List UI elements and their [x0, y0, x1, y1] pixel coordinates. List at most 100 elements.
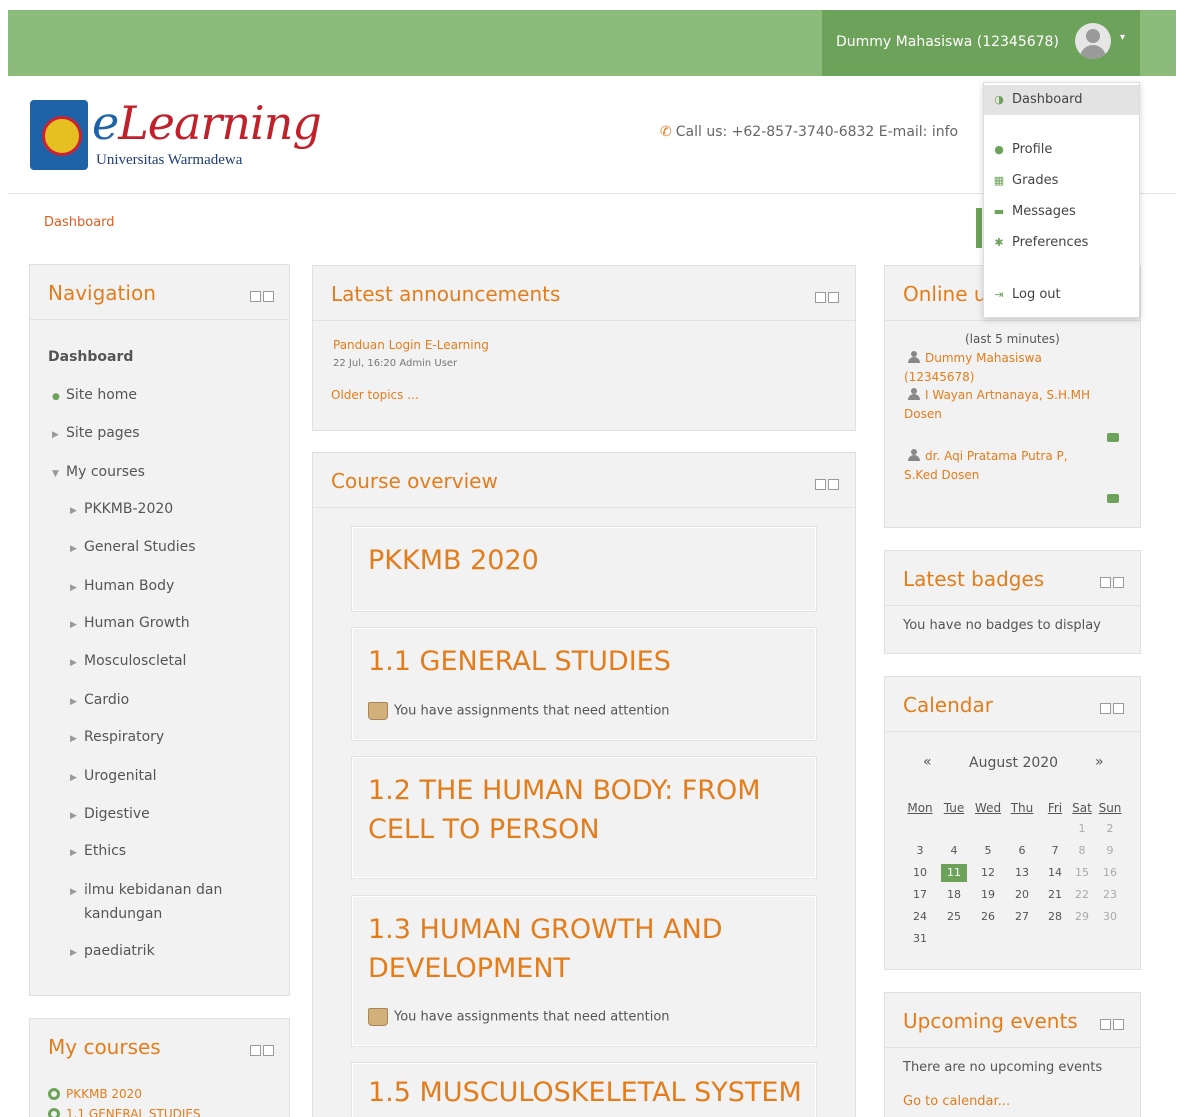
calendar-day[interactable]: 19 — [975, 886, 1001, 904]
calendar-day[interactable]: 30 — [1097, 908, 1123, 926]
course-card[interactable]: 1.5 MUSCULOSKELETAL SYSTEM — [351, 1062, 817, 1117]
nav-course-item[interactable]: ▶ Human Body — [70, 578, 174, 594]
block-dock-icon[interactable] — [1100, 1015, 1126, 1030]
course-card[interactable]: 1.1 GENERAL STUDIES You have assignments… — [351, 627, 817, 741]
block-dock-icon[interactable] — [250, 287, 276, 302]
calendar-day[interactable]: 24 — [907, 908, 933, 926]
nav-course-item[interactable]: ▶ Digestive — [70, 806, 150, 822]
nav-course-item[interactable]: ▶ Mosculoscletal — [70, 653, 186, 669]
calendar-day[interactable]: 16 — [1097, 864, 1123, 882]
calendar-prev-button[interactable]: « — [923, 754, 932, 770]
menu-item-logout[interactable]: ⇥ Log out — [984, 280, 1139, 310]
online-user-link[interactable]: I Wayan Artnanaya, S.H.MH — [907, 388, 1090, 402]
nav-course-item[interactable]: ▶ Cardio — [70, 692, 129, 708]
calendar-day[interactable]: 21 — [1042, 886, 1068, 904]
nav-course-item[interactable]: ▶ Urogenital — [70, 768, 156, 784]
nav-site-pages[interactable]: ▶ Site pages — [52, 425, 140, 441]
online-user-detail[interactable]: Dosen — [904, 407, 942, 421]
menu-item-grades[interactable]: ▦ Grades — [984, 166, 1139, 196]
block-dock-icon[interactable] — [1100, 699, 1126, 714]
older-topics-link[interactable]: Older topics ... — [331, 388, 419, 402]
goto-calendar-link[interactable]: Go to calendar... — [903, 1094, 1010, 1109]
calendar-day[interactable]: 6 — [1009, 842, 1035, 860]
calendar-day[interactable]: 25 — [941, 908, 967, 926]
block-dock-icon[interactable] — [250, 1041, 276, 1056]
calendar-weekday: Wed — [974, 801, 1002, 815]
nav-site-home[interactable]: ● Site home — [52, 387, 137, 403]
calendar-day[interactable]: 4 — [941, 842, 967, 860]
calendar-day[interactable]: 3 — [907, 842, 933, 860]
calendar-day[interactable]: 2 — [1097, 820, 1123, 838]
course-title-link[interactable]: 1.5 MUSCULOSKELETAL SYSTEM — [368, 1073, 808, 1112]
block-dock-icon[interactable] — [815, 288, 841, 303]
menu-item-profile[interactable]: ● Profile — [984, 135, 1139, 165]
calendar-day[interactable]: 7 — [1042, 842, 1068, 860]
course-card[interactable]: 1.3 HUMAN GROWTH AND DEVELOPMENT You hav… — [351, 895, 817, 1047]
calendar-day[interactable]: 14 — [1042, 864, 1068, 882]
calendar-day[interactable]: 23 — [1097, 886, 1123, 904]
nav-course-item[interactable]: ▶ Human Growth — [70, 615, 190, 631]
calendar-day[interactable]: 28 — [1042, 908, 1068, 926]
block-dock-icon[interactable] — [1100, 573, 1126, 588]
course-title-link[interactable]: 1.3 HUMAN GROWTH AND DEVELOPMENT — [368, 910, 808, 988]
calendar-block: Calendar « August 2020 » Mon Tue Wed Thu Fri… — [884, 676, 1141, 970]
calendar-day[interactable]: 31 — [907, 930, 933, 948]
user-menu-toggle[interactable]: Dummy Mahasiswa (12345678) ▾ — [822, 10, 1140, 76]
block-title: Latest announcements — [331, 282, 561, 306]
site-logo[interactable]: eLearning Universitas Warmadewa — [30, 96, 322, 176]
nav-course-item[interactable]: ▶ General Studies — [70, 539, 196, 555]
nav-my-courses[interactable]: ▼ My courses — [52, 464, 145, 480]
breadcrumb[interactable]: Dashboard — [44, 215, 115, 230]
calendar-day[interactable]: 12 — [975, 864, 1001, 882]
calendar-day[interactable]: 26 — [975, 908, 1001, 926]
announcement-link[interactable]: Panduan Login E-Learning — [333, 338, 489, 352]
nav-course-item[interactable]: ▶ ilmu kebidanan dan — [70, 882, 222, 898]
user-avatar-icon[interactable] — [1075, 23, 1111, 59]
nav-dashboard[interactable]: Dashboard — [48, 349, 133, 365]
calendar-day[interactable]: 9 — [1097, 842, 1123, 860]
calendar-next-button[interactable]: » — [1095, 754, 1104, 770]
nav-course-item[interactable]: ▶ paediatrik — [70, 943, 155, 959]
nav-course-item[interactable]: ▶ Ethics — [70, 843, 126, 859]
logo-subtitle: Universitas Warmadewa — [96, 152, 243, 168]
my-course-link[interactable]: PKKMB 2020 — [48, 1087, 142, 1101]
send-message-icon[interactable] — [1107, 494, 1119, 503]
course-title-link[interactable]: PKKMB 2020 — [368, 541, 808, 580]
block-dock-icon[interactable] — [815, 475, 841, 490]
calendar-day[interactable]: 10 — [907, 864, 933, 882]
calendar-day-today[interactable]: 11 — [941, 864, 967, 882]
calendar-day[interactable]: 13 — [1009, 864, 1035, 882]
user-name[interactable]: Dummy Mahasiswa (12345678) — [836, 34, 1059, 50]
course-card[interactable]: PKKMB 2020 — [351, 526, 817, 612]
calendar-day[interactable]: 22 — [1069, 886, 1095, 904]
menu-item-messages[interactable]: ▬ Messages — [984, 197, 1139, 227]
user-icon: ● — [994, 143, 1004, 156]
calendar-day[interactable]: 27 — [1009, 908, 1035, 926]
calendar-day[interactable]: 17 — [907, 886, 933, 904]
assignment-notice[interactable]: You have assignments that need attention — [368, 1008, 670, 1026]
nav-course-item-continued[interactable]: kandungan — [84, 906, 162, 922]
assignment-notice[interactable]: You have assignments that need attention — [368, 702, 670, 720]
nav-course-item[interactable]: ▶ PKKMB-2020 — [70, 501, 173, 517]
menu-item-preferences[interactable]: ✱ Preferences — [984, 228, 1139, 258]
calendar-day[interactable]: 5 — [975, 842, 1001, 860]
course-title-link[interactable]: 1.2 THE HUMAN BODY: FROM CELL TO PERSON — [368, 771, 808, 849]
my-course-link[interactable]: 1.1 GENERAL STUDIES — [48, 1107, 201, 1117]
nav-course-item[interactable]: ▶ Respiratory — [70, 729, 164, 745]
chevron-down-icon[interactable]: ▾ — [1120, 32, 1125, 43]
calendar-day[interactable]: 18 — [941, 886, 967, 904]
online-user-detail[interactable]: (12345678) — [904, 370, 974, 384]
online-user-link[interactable]: Dummy Mahasiswa — [907, 351, 1042, 365]
online-user-detail[interactable]: S.Ked Dosen — [904, 468, 979, 482]
course-card[interactable]: 1.2 THE HUMAN BODY: FROM CELL TO PERSON — [351, 756, 817, 879]
menu-item-dashboard[interactable]: ◑ Dashboard — [984, 85, 1139, 115]
calendar-day[interactable]: 8 — [1069, 842, 1095, 860]
calendar-day[interactable]: 1 — [1069, 820, 1095, 838]
calendar-day[interactable]: 20 — [1009, 886, 1035, 904]
online-user-link[interactable]: dr. Aqi Pratama Putra P, — [907, 449, 1068, 463]
send-message-icon[interactable] — [1107, 433, 1119, 442]
calendar-day[interactable]: 15 — [1069, 864, 1095, 882]
calendar-day[interactable]: 29 — [1069, 908, 1095, 926]
course-title-link[interactable]: 1.1 GENERAL STUDIES — [368, 642, 808, 681]
dock-tab[interactable] — [976, 208, 982, 248]
